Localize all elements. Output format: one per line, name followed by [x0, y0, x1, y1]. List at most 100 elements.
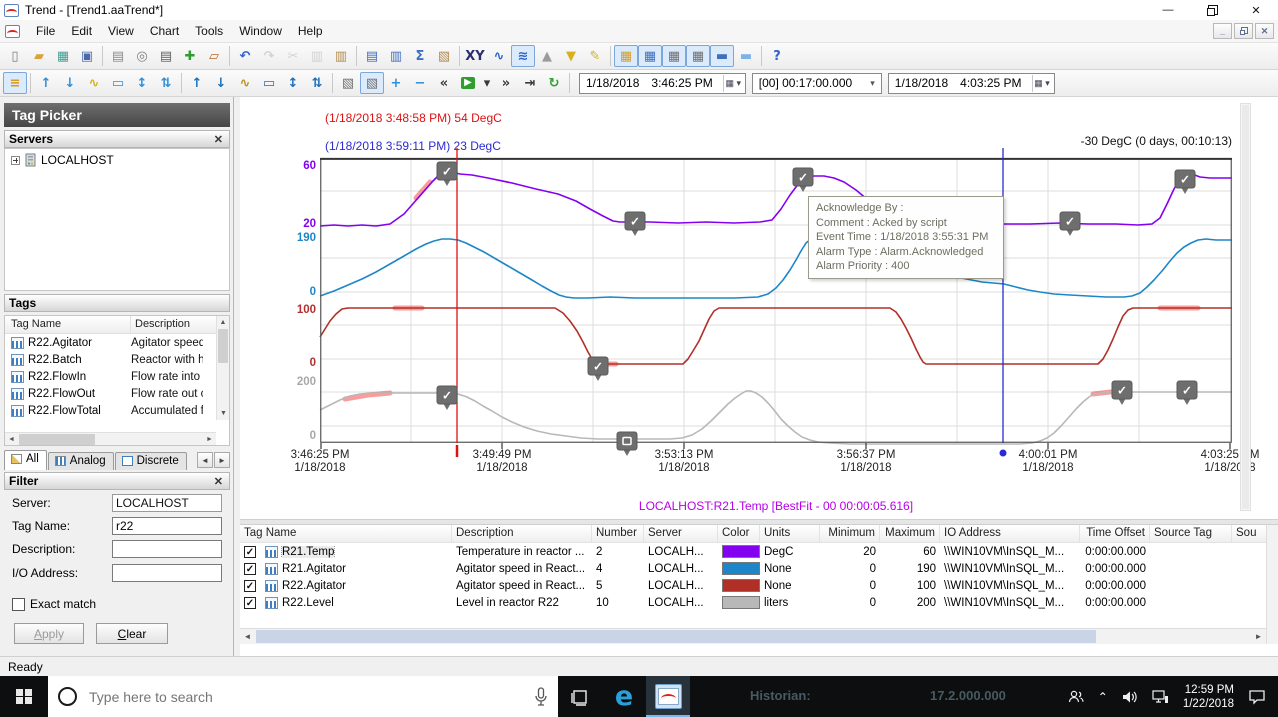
scale-all-up-button[interactable]: ↑ [185, 72, 209, 94]
table-row[interactable]: ✓ R22.Agitator Agitator speed in React... 5… [240, 577, 1278, 594]
table-column-source-tag[interactable]: Source Tag [1150, 525, 1232, 542]
help-button[interactable]: ? [765, 45, 789, 67]
print-button[interactable]: ▤ [154, 45, 178, 67]
scroll-left-icon[interactable]: ◄ [240, 629, 255, 644]
toggle-tag-picker-panel-button[interactable]: ▦ [638, 45, 662, 67]
scale-move-up-button[interactable]: ↑ [34, 72, 58, 94]
pen-color-swatch[interactable] [722, 562, 760, 575]
export-chart-button[interactable]: ▦ [51, 45, 75, 67]
scroll-left-icon[interactable]: ◄ [5, 432, 18, 445]
tab-all[interactable]: All [4, 450, 47, 470]
tag-list-item[interactable]: R22.FlowOut Flow rate out c [5, 385, 229, 402]
tab-analog[interactable]: Analog [47, 452, 114, 470]
pen-list-panel-button[interactable]: ▥ [384, 45, 408, 67]
rubber-band-zoom-button[interactable]: ▧ [336, 72, 360, 94]
menu-view[interactable]: View [100, 21, 142, 41]
table-column-time-offset[interactable]: Time Offset [1080, 525, 1150, 542]
tag-list-item[interactable]: R22.FlowTotal Accumulated fl [5, 402, 229, 419]
tag-picker-toggle-button[interactable]: ≡ [3, 72, 27, 94]
menu-help[interactable]: Help [290, 21, 331, 41]
scale-move-down-button[interactable]: ↓ [58, 72, 82, 94]
pen-color-swatch[interactable] [722, 596, 760, 609]
zoom-mode-button[interactable]: ▧ [360, 72, 384, 94]
toggle-legend-button[interactable]: ▦ [614, 45, 638, 67]
network-icon[interactable] [1152, 689, 1169, 704]
toggle-value-bar-button[interactable]: ▬ [734, 45, 758, 67]
alarm-acknowledged-marker[interactable]: ✓ [1059, 211, 1081, 236]
statistics-button[interactable]: Σ [408, 45, 432, 67]
volume-icon[interactable] [1122, 690, 1138, 704]
start-time-field[interactable]: 1/18/2018 3:46:25 PM ▦ ▾ [579, 72, 746, 94]
pen-color-swatch[interactable] [722, 545, 760, 558]
table-column-io-address[interactable]: IO Address [940, 525, 1080, 542]
toggle-grid-horizontal-button[interactable]: ▦ [662, 45, 686, 67]
servers-close-icon[interactable]: ✕ [212, 133, 225, 146]
search-input[interactable] [87, 687, 524, 706]
exact-match-checkbox[interactable] [12, 597, 25, 611]
end-calendar-dropdown[interactable]: ▦ ▾ [1031, 74, 1052, 92]
scroll-right-icon[interactable]: ► [203, 432, 216, 445]
menu-window[interactable]: Window [231, 21, 290, 41]
scroll-up-icon[interactable]: ▲ [217, 316, 229, 329]
jump-to-end-button[interactable]: ⇥ [518, 72, 542, 94]
alarm-acknowledged-marker[interactable]: ✓ [1176, 380, 1198, 405]
taskbar-clock[interactable]: 12:59 PM 1/22/2018 [1183, 683, 1234, 711]
cut-button[interactable]: ✂ [281, 45, 305, 67]
scrollbar-thumb[interactable] [218, 329, 228, 363]
filter-close-icon[interactable]: ✕ [212, 475, 225, 488]
save-button[interactable]: ▣ [75, 45, 99, 67]
alarm-acknowledged-marker[interactable]: ✓ [1174, 169, 1196, 194]
table-column-units[interactable]: Units [760, 525, 820, 542]
table-column-minimum[interactable]: Minimum [820, 525, 880, 542]
copy-trend-button[interactable]: ▱ [202, 45, 226, 67]
people-icon[interactable] [1068, 689, 1084, 705]
save-snapshot-button[interactable]: ▧ [432, 45, 456, 67]
table-vertical-scrollbar[interactable] [1266, 525, 1278, 644]
scrollbar-thumb[interactable] [1242, 105, 1249, 509]
menu-file[interactable]: File [28, 21, 63, 41]
tab-scroll-right-icon[interactable]: ► [214, 452, 230, 468]
play-options-button[interactable]: ▾ [480, 72, 494, 94]
table-horizontal-scrollbar[interactable]: ◄ ► [240, 628, 1266, 644]
table-row[interactable]: ✓ R21.Temp Temperature in reactor ... 2 LOCA… [240, 543, 1278, 560]
tab-discrete[interactable]: Discrete [114, 452, 187, 470]
play-live-button[interactable]: ▶ [456, 72, 480, 94]
print-preview-button[interactable]: ◎ [130, 45, 154, 67]
scrollbar-thumb[interactable] [19, 433, 95, 445]
line-trend-button[interactable]: ∿ [487, 45, 511, 67]
notification-icon[interactable] [1248, 689, 1266, 705]
tray-expand-icon[interactable]: ⌃ [1098, 690, 1108, 704]
scale-all-box-button[interactable]: ▭ [257, 72, 281, 94]
apply-button[interactable]: Apply [14, 623, 84, 644]
start-calendar-dropdown[interactable]: ▦ ▾ [722, 74, 743, 92]
microphone-icon[interactable] [534, 686, 548, 707]
trend-plot[interactable]: ✓ ✓ ✓ ✓ ✓ ✓ ✓ ✓ ✓ [319, 146, 1232, 458]
pen-visible-checkbox[interactable]: ✓ [244, 579, 256, 592]
autoscale-pen-button[interactable]: ∿ [82, 72, 106, 94]
trend-taskbar-button[interactable] [646, 676, 690, 717]
open-file-button[interactable]: ▰ [27, 45, 51, 67]
tag-list-item[interactable]: R22.FlowIn Flow rate into [5, 368, 229, 385]
mdi-minimize-button[interactable]: _ [1213, 23, 1232, 39]
pen-visible-checkbox[interactable]: ✓ [244, 545, 256, 558]
undo-button[interactable]: ↶ [233, 45, 257, 67]
menu-tools[interactable]: Tools [187, 21, 231, 41]
tags-horizontal-scrollbar[interactable]: ◄ ► [5, 432, 216, 445]
filter-io-input[interactable] [112, 564, 222, 582]
restore-button[interactable] [1190, 0, 1234, 20]
table-row[interactable]: ✓ R22.Level Level in reactor R22 10 LOCALH..… [240, 594, 1278, 611]
task-view-button[interactable] [558, 676, 602, 717]
taskbar-search[interactable] [48, 676, 558, 717]
scale-all-down-button[interactable]: ↓ [209, 72, 233, 94]
print-setup-button[interactable]: ▤ [106, 45, 130, 67]
scale-expand-button[interactable]: ↕ [130, 72, 154, 94]
scroll-down-icon[interactable]: ▼ [217, 407, 229, 420]
pen-color-swatch[interactable] [722, 579, 760, 592]
zoom-in-button[interactable]: + [384, 72, 408, 94]
duration-combo[interactable]: [00] 00:17:00.000 ▾ [751, 72, 882, 94]
step-forward-button[interactable]: » [494, 72, 518, 94]
table-row[interactable]: ✓ R21.Agitator Agitator speed in React... 4… [240, 560, 1278, 577]
toggle-time-bar-button[interactable]: ▬ [710, 45, 734, 67]
filter-description-input[interactable] [112, 540, 222, 558]
tags-vertical-scrollbar[interactable]: ▲ ▼ [216, 316, 229, 420]
